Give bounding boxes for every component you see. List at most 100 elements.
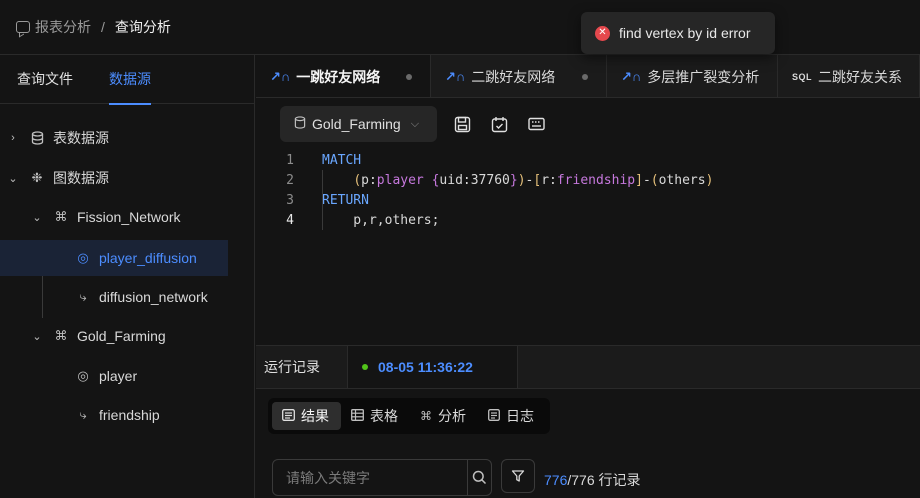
- sql-icon: SQL: [792, 71, 813, 82]
- tab-datasource[interactable]: 数据源: [109, 55, 151, 105]
- log-icon: [488, 408, 500, 424]
- datasource-select[interactable]: Gold_Farming ⌵: [280, 106, 437, 142]
- tab-label: 多层推广裂变分析: [647, 68, 760, 85]
- message-icon: [16, 21, 30, 33]
- view-tab-table[interactable]: 表格: [341, 402, 410, 430]
- breadcrumb-current: 查询分析: [114, 19, 171, 35]
- tree-item-gold-farming[interactable]: ⌄ ⌘ Gold_Farming: [0, 318, 255, 354]
- row-count-shown: 776: [544, 472, 568, 488]
- tab-label: 一跳好友网络: [296, 68, 381, 85]
- tab-label: 二跳好友关系: [818, 68, 903, 85]
- tree-item-graph-sources[interactable]: ⌄ ❉ 图数据源: [0, 160, 255, 196]
- breadcrumb-separator: /: [101, 19, 105, 35]
- run-log-entry[interactable]: 08-05 11:36:22: [348, 346, 518, 388]
- graph-icon: ⌘: [420, 409, 432, 423]
- tree-item-player-diffusion[interactable]: ◎ player_diffusion: [0, 240, 228, 276]
- chevron-down-icon[interactable]: ⌄: [31, 211, 43, 224]
- line-number: 2: [286, 172, 294, 188]
- tree-item-table-sources[interactable]: › 表数据源: [0, 120, 255, 156]
- code-text-3: RETURN: [322, 190, 369, 210]
- vertex-icon: ◎: [77, 250, 89, 265]
- view-tab-label: 日志: [506, 408, 534, 424]
- keyboard-icon: [527, 117, 545, 131]
- row-count: 776/776 行记录: [544, 470, 641, 490]
- keyboard-button[interactable]: [524, 112, 548, 136]
- tab-multilayer-analysis[interactable]: ↗∩ 多层推广裂变分析: [607, 55, 778, 97]
- code-text-2: (p:player {uid:37760})-[r:friendship]-(o…: [322, 170, 713, 190]
- tab-query-files[interactable]: 查询文件: [17, 55, 73, 104]
- code-text: MATCH: [322, 152, 362, 168]
- tree-item-player[interactable]: ◎ player: [0, 358, 255, 394]
- tree-item-fission-network[interactable]: ⌄ ⌘ Fission_Network: [0, 199, 255, 235]
- error-icon: ✕: [595, 25, 610, 41]
- code-line: 4: [256, 210, 294, 230]
- editor-tabs: ↗∩ 一跳好友网络 ↗∩ 二跳好友网络 ↗∩ 多层推广裂变分析 SQL 二跳好友…: [256, 55, 920, 98]
- tree-item-label: player: [99, 368, 138, 384]
- search-button[interactable]: [467, 460, 491, 495]
- chevron-right-icon[interactable]: ›: [7, 132, 19, 144]
- search-input[interactable]: [273, 460, 467, 495]
- code-text: p,r,others;: [322, 212, 440, 228]
- schedule-button[interactable]: [487, 112, 511, 136]
- table-icon: [351, 408, 364, 424]
- database-icon: [294, 116, 306, 132]
- view-tab-label: 结果: [301, 408, 329, 424]
- tree-item-label: diffusion_network: [99, 289, 208, 305]
- breadcrumb-parent[interactable]: 报表分析: [35, 17, 91, 37]
- run-log-title: 运行记录: [256, 346, 348, 388]
- unsaved-dot: [582, 74, 588, 80]
- tab-two-hop-friends[interactable]: ↗∩ 二跳好友网络: [431, 55, 607, 97]
- code-line: 3: [256, 190, 294, 210]
- save-button[interactable]: [450, 112, 474, 136]
- graph-icon: ⌘: [54, 209, 68, 224]
- graph-query-icon: ↗∩: [270, 68, 291, 84]
- tree-item-label: friendship: [99, 407, 160, 423]
- view-tab-label: 表格: [370, 408, 398, 424]
- tree-item-label: Gold_Farming: [77, 328, 166, 344]
- view-tab-analysis[interactable]: ⌘ 分析: [410, 402, 478, 430]
- run-log-tabs: 运行记录 08-05 11:36:22: [256, 346, 920, 389]
- code-line: 2: [256, 170, 294, 190]
- line-number: 4: [286, 212, 294, 228]
- tree-item-label: player_diffusion: [99, 250, 197, 266]
- status-dot: [362, 364, 368, 370]
- code-editor[interactable]: 1 2 3 4 MATCH (p:player {uid:37760})-[r:…: [256, 150, 920, 345]
- filter-icon: [511, 470, 525, 482]
- tree-item-label: Fission_Network: [77, 209, 181, 225]
- chevron-down-icon[interactable]: ⌄: [7, 172, 19, 185]
- run-log-panel: 运行记录 08-05 11:36:22 结果 表格 ⌘ 分析 日志 请输入关键字…: [256, 345, 920, 498]
- tab-one-hop-friends[interactable]: ↗∩ 一跳好友网络: [256, 55, 431, 97]
- tree-item-label: 表数据源: [53, 130, 109, 146]
- vertex-icon: ◎: [77, 368, 89, 383]
- database-icon: [29, 131, 45, 145]
- editor-toolbar: Gold_Farming ⌵: [256, 98, 920, 150]
- tree-item-label: 图数据源: [53, 170, 109, 186]
- result-view-switch: 结果 表格 ⌘ 分析 日志: [268, 398, 550, 434]
- tree-item-diffusion-network[interactable]: ⤷ diffusion_network: [0, 279, 255, 315]
- code-text: RETURN: [322, 192, 369, 208]
- view-tab-log[interactable]: 日志: [478, 402, 546, 430]
- tab-two-hop-relation[interactable]: SQL 二跳好友关系: [778, 55, 920, 97]
- edge-icon: ⤷: [79, 289, 87, 304]
- row-count-total: /776 行记录: [567, 472, 641, 488]
- list-icon: [282, 408, 295, 424]
- save-icon: [454, 116, 470, 132]
- toast-message: find vertex by id error: [619, 25, 751, 41]
- code-text-1: MATCH: [322, 150, 361, 170]
- tree-item-friendship[interactable]: ⤷ friendship: [0, 397, 255, 433]
- code-line: 1: [256, 150, 294, 170]
- chevron-down-icon[interactable]: ⌄: [31, 330, 43, 343]
- run-log-time: 08-05 11:36:22: [378, 359, 473, 375]
- filter-button[interactable]: [501, 459, 535, 493]
- view-tab-result[interactable]: 结果: [272, 402, 341, 430]
- unsaved-dot: [406, 74, 412, 80]
- error-toast: ✕ find vertex by id error: [581, 12, 775, 54]
- calendar-check-icon: [491, 116, 507, 132]
- graph-query-icon: ↗∩: [445, 68, 466, 84]
- search-icon: [472, 470, 487, 485]
- code-text-4: p,r,others;: [322, 210, 439, 230]
- view-tab-label: 分析: [438, 408, 466, 424]
- code-indent-guide: [322, 170, 323, 230]
- top-header: 报表分析 / 查询分析: [0, 0, 920, 55]
- datasource-value: Gold_Farming: [312, 116, 401, 132]
